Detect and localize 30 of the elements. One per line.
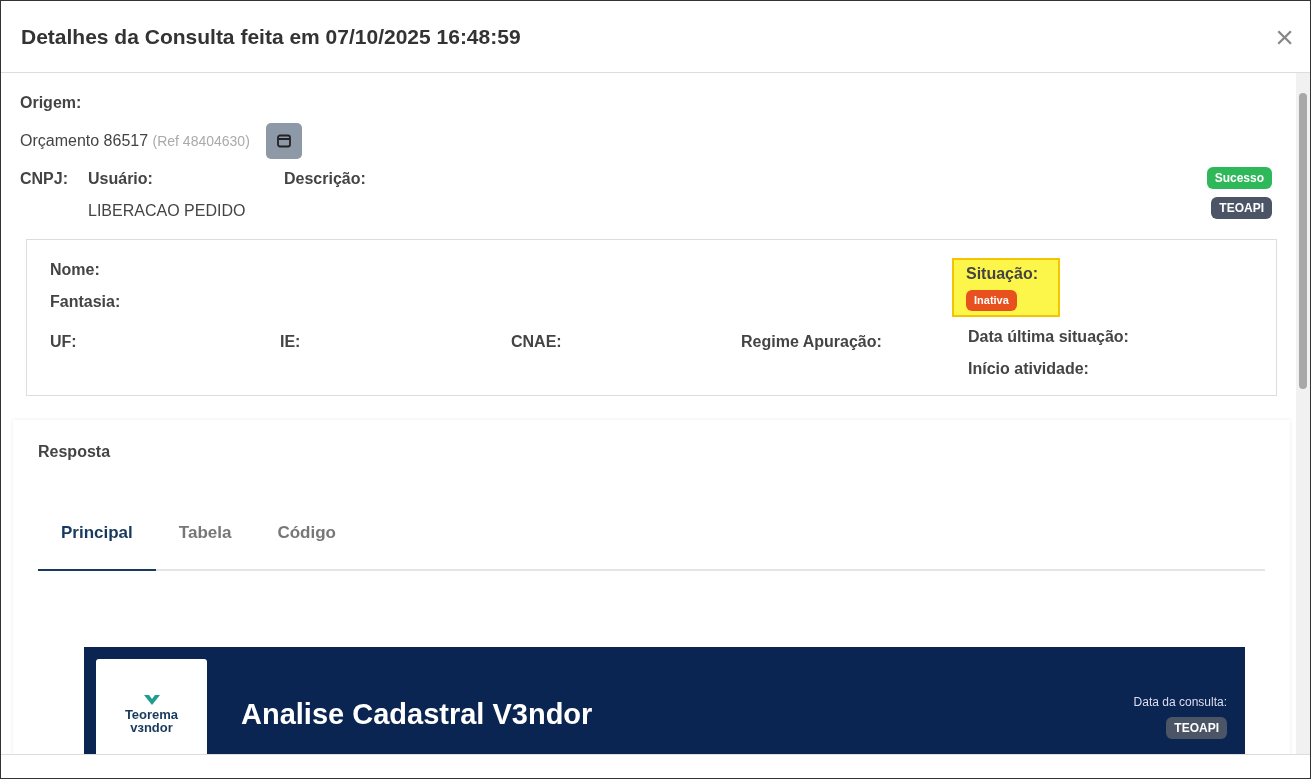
field-label: Regime Apuração: [741, 333, 882, 350]
report-title: Analise Cadastral V3ndor [241, 697, 593, 732]
origin-value: Orçamento 86517 (Ref 48404630) [20, 131, 250, 151]
source-badge: TEOAPI [1166, 717, 1227, 739]
section-title: Resposta [38, 441, 112, 462]
field-label: Data última situação: [968, 326, 1130, 347]
field-label: CNPJ: [20, 169, 69, 189]
status-badge: Inativa [966, 290, 1017, 311]
field-label: Data da consulta: [1133, 694, 1227, 711]
field-label: IE: [280, 333, 301, 350]
status-badge: Sucesso [1206, 167, 1272, 189]
window-icon [276, 134, 291, 148]
logo: Teorema vɜndor [96, 659, 207, 754]
tab[interactable]: Principal [38, 519, 156, 571]
close-button[interactable]: × [1271, 20, 1298, 53]
field-label: Início atividade: [968, 358, 1090, 379]
field-label: Descrição: [284, 169, 366, 189]
tab[interactable]: Tabela [155, 519, 255, 571]
field-label: CNAE: [511, 333, 562, 350]
field-label: UF: [50, 333, 77, 350]
field-label: Nome: [50, 260, 101, 280]
field-label: Usuário: [88, 169, 154, 189]
field-label: Fantasia: [50, 292, 122, 312]
tab[interactable]: Código [254, 519, 359, 571]
field-value: LIBERACAO PEDIDO [88, 201, 247, 221]
status-badge: TEOAPI [1211, 197, 1272, 219]
modal-title: Detalhes da Consulta feita em 07/10/2025 16:48:59 [21, 23, 521, 50]
field-label: Situação: [966, 264, 1038, 284]
window-button[interactable] [265, 123, 302, 159]
field-label: Origem: [20, 93, 83, 113]
